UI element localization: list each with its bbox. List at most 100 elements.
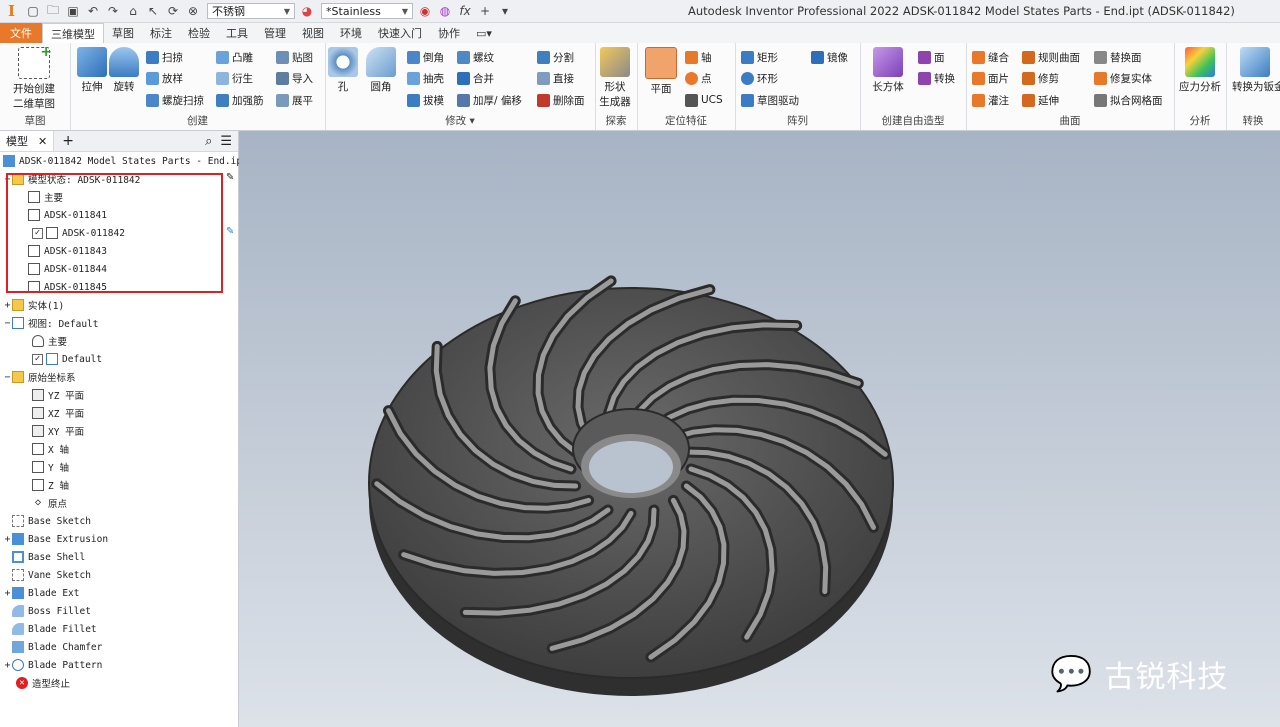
- derive-button[interactable]: 衍生: [216, 69, 253, 87]
- tree-xy-plane[interactable]: XY 平面: [32, 422, 84, 440]
- tab-manage[interactable]: 管理: [256, 23, 294, 43]
- collapse-icon[interactable]: −: [3, 318, 12, 329]
- redo-icon[interactable]: ↷: [105, 3, 121, 19]
- ucs-button[interactable]: UCS: [685, 91, 723, 109]
- shell-button[interactable]: 抽壳: [407, 69, 444, 87]
- sweep-button[interactable]: 扫掠: [146, 48, 183, 66]
- edit-pencil-icon[interactable]: ✎: [226, 226, 234, 237]
- circ-pattern-button[interactable]: 环形: [741, 69, 778, 87]
- loft-button[interactable]: 放样: [146, 69, 183, 87]
- box-freeform-button[interactable]: 长方体: [866, 47, 910, 94]
- clear-appearance-icon[interactable]: ◍: [437, 3, 453, 19]
- point-button[interactable]: 点: [685, 69, 712, 87]
- home-icon[interactable]: ⌂: [125, 3, 141, 19]
- measure-icon[interactable]: ⊗: [185, 3, 201, 19]
- coil-button[interactable]: 螺旋扫掠: [146, 91, 204, 109]
- new-file-icon[interactable]: ▢: [25, 3, 41, 19]
- tab-overflow-icon[interactable]: ▭▾: [468, 23, 500, 43]
- convert-freeform-button[interactable]: 转换: [918, 69, 955, 87]
- tree-feature-boss-fillet[interactable]: Boss Fillet: [12, 602, 91, 620]
- appearance-dropdown[interactable]: *Stainless ▼: [321, 3, 414, 19]
- rib-button[interactable]: 加强筋: [216, 91, 264, 109]
- expand-icon[interactable]: +: [3, 588, 12, 599]
- thicken-button[interactable]: 加厚/ 偏移: [457, 91, 522, 109]
- ruled-surface-button[interactable]: 规则曲面: [1022, 48, 1080, 66]
- inventor-logo-icon[interactable]: I: [8, 2, 15, 20]
- rect-pattern-button[interactable]: 矩形: [741, 48, 778, 66]
- decal-button[interactable]: 贴图: [276, 48, 313, 66]
- draft-button[interactable]: 拔模: [407, 91, 444, 109]
- tree-state-5[interactable]: ADSK-011845: [28, 278, 107, 296]
- select-icon[interactable]: ↖: [145, 3, 161, 19]
- customize-icon[interactable]: ▾: [497, 3, 513, 19]
- tree-yz-plane[interactable]: YZ 平面: [32, 386, 84, 404]
- search-icon[interactable]: ⌕: [205, 134, 212, 149]
- shape-generator-button[interactable]: 形状 生成器: [593, 47, 637, 109]
- replace-face-button[interactable]: 替换面: [1094, 48, 1142, 66]
- tab-collaborate[interactable]: 协作: [430, 23, 468, 43]
- combine-button[interactable]: 合并: [457, 69, 494, 87]
- tree-feature-blade-pattern[interactable]: + Blade Pattern: [3, 656, 102, 674]
- menu-icon[interactable]: ☰: [220, 134, 232, 149]
- material-dropdown[interactable]: 不锈钢 ▼: [207, 3, 296, 19]
- tree-x-axis[interactable]: X 轴: [32, 440, 69, 458]
- expand-icon[interactable]: +: [3, 660, 12, 671]
- tree-root[interactable]: ADSK-011842 Model States Parts - End.ipt: [3, 152, 248, 170]
- tree-state-2[interactable]: ✓ ADSK-011842: [32, 224, 125, 242]
- axis-button[interactable]: 轴: [685, 48, 712, 66]
- tree-view-default[interactable]: ✓ Default: [32, 350, 102, 368]
- tab-3d-model[interactable]: 三维模型: [42, 23, 104, 43]
- direct-button[interactable]: 直接: [537, 69, 574, 87]
- tree-center-point[interactable]: ◇ 原点: [32, 494, 67, 512]
- tree-feature-vane-sketch[interactable]: Vane Sketch: [12, 566, 91, 584]
- graphics-viewport[interactable]: 💬 古锐科技: [239, 131, 1280, 727]
- tab-environments[interactable]: 环境: [332, 23, 370, 43]
- collapse-icon[interactable]: −: [3, 372, 12, 383]
- mirror-button[interactable]: 镜像: [811, 48, 848, 66]
- edit-pencil-icon[interactable]: ✎: [226, 172, 234, 183]
- tree-solid-bodies[interactable]: + 实体(1): [3, 296, 64, 314]
- tree-origin[interactable]: − 原始坐标系: [3, 368, 76, 386]
- tree-feature-base-sketch[interactable]: Base Sketch: [12, 512, 91, 530]
- update-icon[interactable]: ⟳: [165, 3, 181, 19]
- chamfer-button[interactable]: 倒角: [407, 48, 444, 66]
- sculpt-button[interactable]: 灌注: [972, 91, 1009, 109]
- delete-face-button[interactable]: 删除面: [537, 91, 585, 109]
- tree-feature-base-shell[interactable]: Base Shell: [12, 548, 85, 566]
- close-icon[interactable]: ✕: [38, 135, 47, 148]
- tree-feature-blade-ext[interactable]: + Blade Ext: [3, 584, 79, 602]
- import-button[interactable]: 导入: [276, 69, 313, 87]
- adjust-icon[interactable]: ◉: [417, 3, 433, 19]
- tab-tools[interactable]: 工具: [218, 23, 256, 43]
- add-icon[interactable]: +: [477, 3, 493, 19]
- stitch-button[interactable]: 缝合: [972, 48, 1009, 66]
- stress-analysis-button[interactable]: 应力分析: [1178, 47, 1222, 94]
- tree-xz-plane[interactable]: XZ 平面: [32, 404, 84, 422]
- thread-button[interactable]: 螺纹: [457, 48, 494, 66]
- sketch-driven-button[interactable]: 草图驱动: [741, 91, 799, 109]
- revolve-button[interactable]: 旋转: [102, 47, 146, 94]
- tree-state-3[interactable]: ADSK-011843: [28, 242, 107, 260]
- tree-state-4[interactable]: ADSK-011844: [28, 260, 107, 278]
- patch-button[interactable]: 面片: [972, 69, 1009, 87]
- trim-button[interactable]: 修剪: [1022, 69, 1059, 87]
- tree-feature-blade-chamfer[interactable]: Blade Chamfer: [12, 638, 102, 656]
- fillet-button[interactable]: 圆角: [359, 47, 403, 94]
- tree-feature-blade-fillet[interactable]: Blade Fillet: [12, 620, 97, 638]
- tab-inspect[interactable]: 检验: [180, 23, 218, 43]
- tab-view[interactable]: 视图: [294, 23, 332, 43]
- tree-end-of-part[interactable]: ✕ 造型终止: [16, 674, 70, 692]
- tree-model-states[interactable]: − 模型状态: ADSK-011842: [3, 170, 140, 188]
- emboss-button[interactable]: 凸雕: [216, 48, 253, 66]
- fx-parameters-icon[interactable]: fx: [457, 3, 473, 19]
- tab-model[interactable]: 模型 ✕: [0, 131, 55, 151]
- save-icon[interactable]: ▣: [65, 3, 81, 19]
- tab-get-started[interactable]: 快速入门: [370, 23, 430, 43]
- start-2d-sketch-button[interactable]: + 开始创建 二维草图: [12, 44, 56, 111]
- repair-bodies-button[interactable]: 修复实体: [1094, 69, 1152, 87]
- add-tab-icon[interactable]: +: [62, 133, 74, 149]
- tab-file[interactable]: 文件: [0, 23, 42, 43]
- tree-state-0[interactable]: 主要: [28, 188, 63, 206]
- undo-icon[interactable]: ↶: [85, 3, 101, 19]
- tree-view-primary[interactable]: 主要: [32, 332, 67, 350]
